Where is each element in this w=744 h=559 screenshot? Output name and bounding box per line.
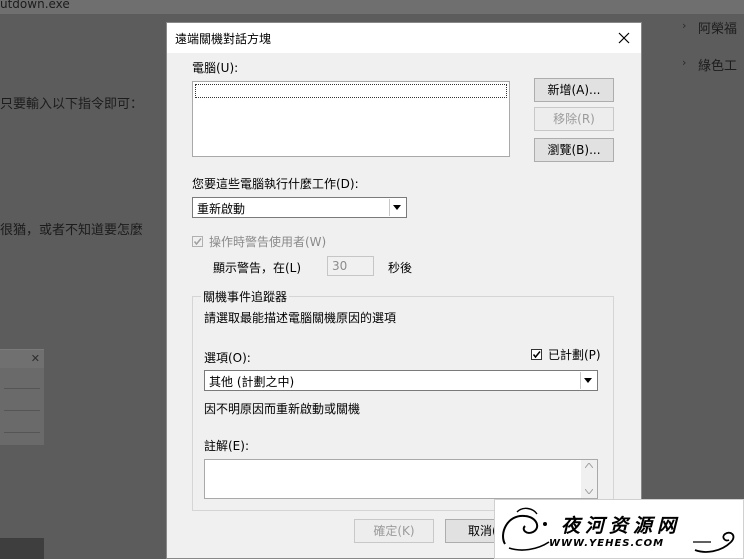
option-select[interactable]: 其他 (計劃之中) — [204, 370, 598, 391]
option-select-value: 其他 (計劃之中) — [209, 375, 295, 389]
seconds-unit-label: 秒後 — [388, 261, 413, 275]
watermark-logo: 夜河资源网 WWW.YEHES.COM — [494, 499, 744, 559]
add-button[interactable]: 新增(A)... — [534, 78, 614, 102]
browse-button[interactable]: 瀏覽(B)... — [534, 138, 614, 162]
background-text-line-1: 只要輸入以下指令即可： — [0, 97, 144, 112]
chevron-down-icon — [584, 378, 592, 383]
divider — [4, 388, 40, 389]
warn-checkbox[interactable] — [192, 236, 203, 247]
background-bottom-tab — [0, 538, 44, 559]
scrollbar[interactable] — [581, 460, 597, 498]
background-side-item-2: 綠色工 — [698, 59, 738, 74]
checkmark-icon — [193, 238, 202, 246]
ornament-right-icon — [693, 531, 735, 553]
planned-label: 已計劃(P) — [548, 348, 601, 362]
remote-shutdown-dialog: 遠端關機對話方塊 電腦(U): 新增(A)... 移除(R) 瀏覽(B)... … — [166, 22, 642, 559]
dialog-title: 遠端關機對話方塊 — [175, 32, 272, 46]
tracker-instruction: 請選取最能描述電腦關機原因的選項 — [204, 311, 397, 325]
chevron-down-icon — [393, 205, 401, 210]
close-icon — [618, 32, 630, 44]
option-description: 因不明原因而重新啟動或關機 — [204, 402, 361, 416]
dialog-titlebar[interactable]: 遠端關機對話方塊 — [167, 23, 641, 53]
comment-label: 註解(E): — [204, 439, 249, 453]
tracker-title: 關機事件追蹤器 — [201, 288, 290, 305]
background-top-strip: utdown.exe — [0, 0, 744, 14]
warning-seconds-input[interactable]: 30 — [327, 256, 374, 276]
scroll-up-icon — [585, 463, 593, 468]
background-mini-window: ✕ — [0, 349, 44, 445]
bullet-icon: › — [682, 19, 687, 32]
action-select[interactable]: 重新啟動 — [192, 197, 407, 218]
close-icon: ✕ — [30, 352, 40, 365]
divider — [4, 432, 40, 433]
planned-checkbox[interactable] — [531, 349, 542, 360]
checkmark-icon — [532, 351, 541, 359]
ornament-left-icon — [502, 507, 550, 551]
display-warning-label: 顯示警告，在(L) — [213, 261, 302, 275]
ok-button[interactable]: 確定(K) — [354, 519, 434, 543]
action-label: 您要這些電腦執行什麼工作(D): — [192, 177, 359, 191]
action-select-value: 重新啟動 — [197, 202, 246, 216]
dropdown-button[interactable] — [389, 199, 405, 216]
background-text-line-2: 很猶，或者不知道要怎麼 — [0, 223, 144, 238]
close-button[interactable] — [611, 25, 637, 51]
computer-list[interactable] — [192, 81, 510, 157]
background-file-name: utdown.exe — [0, 0, 70, 11]
remove-button[interactable]: 移除(R) — [534, 107, 614, 131]
comment-textarea[interactable] — [204, 459, 598, 499]
list-focus-rect — [195, 84, 507, 98]
bullet-icon: › — [682, 56, 687, 69]
background-side-item-1: 阿榮福 — [698, 22, 738, 37]
background-mini-titlebar: ✕ — [0, 350, 44, 368]
watermark-url: WWW.YEHES.COM — [549, 538, 665, 549]
dropdown-button[interactable] — [580, 372, 596, 389]
warn-checkbox-label: 操作時警告使用者(W) — [209, 235, 327, 249]
scroll-down-icon — [585, 489, 593, 494]
watermark-text: 夜河资源网 — [561, 515, 682, 537]
option-label: 選項(O): — [204, 351, 251, 365]
computer-label: 電腦(U): — [192, 61, 239, 75]
warning-seconds-value: 30 — [332, 259, 348, 273]
divider — [4, 410, 40, 411]
